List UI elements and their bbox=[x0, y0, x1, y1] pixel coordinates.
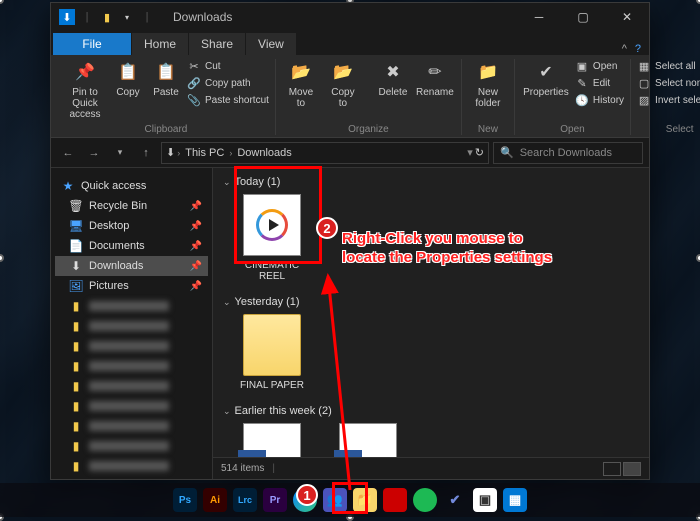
ribbon-collapse-icon[interactable]: ^ bbox=[622, 43, 627, 55]
taskbar-premiere[interactable]: Pr bbox=[263, 488, 287, 512]
copy-path-button[interactable]: 🔗Copy path bbox=[187, 76, 269, 90]
group-earlier-header[interactable]: ⌄Earlier this week (2) bbox=[223, 401, 639, 423]
cut-button[interactable]: ✂Cut bbox=[187, 59, 269, 73]
refresh-button[interactable]: ↻ bbox=[475, 146, 484, 159]
sidebar-quick-access[interactable]: ★Quick access bbox=[55, 176, 208, 196]
sidebar-item-blurred[interactable]: ▮x bbox=[55, 396, 208, 416]
sidebar-item-blurred[interactable]: ▮x bbox=[55, 316, 208, 336]
tab-home[interactable]: Home bbox=[132, 33, 188, 55]
taskbar-lightroom[interactable]: Lrc bbox=[233, 488, 257, 512]
qat-folder2-icon[interactable]: ▮ bbox=[99, 9, 115, 25]
taskbar-photoshop[interactable]: Ps bbox=[173, 488, 197, 512]
sidebar-item-downloads[interactable]: ⬇Downloads📌 bbox=[55, 256, 208, 276]
taskbar-illustrator[interactable]: Ai bbox=[203, 488, 227, 512]
qat-dropdown-icon[interactable]: ▾ bbox=[119, 9, 135, 25]
close-button[interactable]: ✕ bbox=[605, 3, 649, 31]
taskbar-app[interactable] bbox=[383, 488, 407, 512]
breadcrumb-dropdown-icon[interactable]: ▾ bbox=[467, 146, 473, 159]
group-yesterday-header[interactable]: ⌄Yesterday (1) bbox=[223, 292, 639, 314]
copy-button[interactable]: 📋Copy bbox=[111, 59, 145, 100]
sidebar-item-blurred[interactable]: ▮x bbox=[55, 356, 208, 376]
qat-divider: | bbox=[79, 9, 95, 25]
word-icon bbox=[339, 423, 397, 457]
explorer-window: ⬇ | ▮ ▾ | Downloads ─ ▢ ✕ File Home Shar… bbox=[50, 2, 650, 480]
group-new-label: New bbox=[468, 122, 508, 135]
sidebar-item-blurred[interactable]: ▮x bbox=[55, 376, 208, 396]
edit-button[interactable]: ✎Edit bbox=[575, 76, 624, 90]
move-to-button[interactable]: 📂Move to bbox=[282, 59, 320, 111]
sidebar-item-blurred[interactable]: ▮x bbox=[55, 296, 208, 316]
recent-dropdown[interactable]: ▾ bbox=[109, 142, 131, 164]
file-word-doc[interactable] bbox=[233, 423, 311, 457]
taskbar-explorer[interactable]: 📁 bbox=[353, 488, 377, 512]
sidebar-item-documents[interactable]: 📄Documents📌 bbox=[55, 236, 208, 256]
select-none-button[interactable]: ▢Select none bbox=[637, 76, 700, 90]
file-cinematic-reel[interactable]: CINEMATIC REEL bbox=[233, 194, 311, 282]
qat-folder-icon[interactable]: ⬇ bbox=[59, 9, 75, 25]
invert-selection-button[interactable]: ▨Invert selection bbox=[637, 93, 700, 107]
video-thumb-icon bbox=[243, 194, 301, 256]
taskbar[interactable]: Ps Ai Lrc Pr 👥 📁 ✔ ▣ ▦ bbox=[0, 483, 700, 517]
group-clipboard-label: Clipboard bbox=[63, 122, 269, 135]
tab-file[interactable]: File bbox=[53, 33, 131, 55]
sidebar-item-recycle[interactable]: 🗑Recycle Bin📌 bbox=[55, 196, 208, 216]
sidebar-item-pictures[interactable]: 🖼Pictures📌 bbox=[55, 276, 208, 296]
sidebar-item-blurred[interactable]: ▮x bbox=[55, 336, 208, 356]
status-bar: 514 items | bbox=[213, 457, 649, 479]
group-today-header[interactable]: ⌄Today (1) bbox=[223, 172, 639, 194]
search-icon: 🔍 bbox=[500, 146, 514, 159]
word-icon bbox=[243, 423, 301, 457]
taskbar-app2[interactable]: ▣ bbox=[473, 488, 497, 512]
titlebar[interactable]: ⬇ | ▮ ▾ | Downloads ─ ▢ ✕ bbox=[51, 3, 649, 31]
file-word-doc[interactable] bbox=[329, 423, 407, 457]
group-open-label: Open bbox=[521, 122, 624, 135]
back-button[interactable]: ← bbox=[57, 142, 79, 164]
forward-button[interactable]: → bbox=[83, 142, 105, 164]
up-button[interactable]: ↑ bbox=[135, 142, 157, 164]
tab-share[interactable]: Share bbox=[189, 33, 245, 55]
delete-button[interactable]: ✖Delete bbox=[375, 59, 411, 100]
breadcrumb[interactable]: ⬇ › This PC › Downloads ▾ ↻ bbox=[161, 142, 489, 164]
sidebar-item-blurred[interactable]: ▮x bbox=[55, 456, 208, 476]
select-all-button[interactable]: ▦Select all bbox=[637, 59, 700, 73]
ribbon: 📌Pin to Quick access 📋Copy 📋Paste ✂Cut 🔗… bbox=[51, 55, 649, 138]
minimize-button[interactable]: ─ bbox=[517, 3, 561, 31]
search-input[interactable]: 🔍 Search Downloads bbox=[493, 142, 643, 164]
sidebar-item-blurred[interactable]: ▮x bbox=[55, 436, 208, 456]
taskbar-edge[interactable] bbox=[293, 488, 317, 512]
view-details-button[interactable] bbox=[603, 462, 621, 476]
window-title: Downloads bbox=[163, 10, 517, 24]
rename-button[interactable]: ✏Rename bbox=[415, 59, 455, 100]
group-select-label: Select bbox=[637, 122, 700, 135]
taskbar-app3[interactable]: ▦ bbox=[503, 488, 527, 512]
folder-icon: ⬇ bbox=[166, 146, 175, 159]
qat-sep: | bbox=[139, 9, 155, 25]
maximize-button[interactable]: ▢ bbox=[561, 3, 605, 31]
ribbon-help-icon[interactable]: ? bbox=[635, 43, 641, 55]
taskbar-spotify[interactable] bbox=[413, 488, 437, 512]
file-pane[interactable]: ⌄Today (1) CINEMATIC REEL ⌄Yesterday (1)… bbox=[213, 168, 649, 479]
view-icons-button[interactable] bbox=[623, 462, 641, 476]
history-button[interactable]: 🕓History bbox=[575, 93, 624, 107]
tab-view[interactable]: View bbox=[246, 33, 296, 55]
file-final-paper[interactable]: FINAL PAPER bbox=[233, 314, 311, 391]
paste-shortcut-button[interactable]: 📎Paste shortcut bbox=[187, 93, 269, 107]
pin-quick-access-button[interactable]: 📌Pin to Quick access bbox=[63, 59, 107, 122]
taskbar-discord[interactable]: ✔ bbox=[443, 488, 467, 512]
sidebar: ★Quick access 🗑Recycle Bin📌 🖥Desktop📌 📄D… bbox=[51, 168, 213, 479]
item-count: 514 items bbox=[221, 463, 264, 474]
properties-button[interactable]: ✔Properties bbox=[521, 59, 571, 100]
folder-icon bbox=[243, 314, 301, 376]
new-folder-button[interactable]: 📁New folder bbox=[468, 59, 508, 111]
paste-button[interactable]: 📋Paste bbox=[149, 59, 183, 100]
copy-to-button[interactable]: 📂Copy to bbox=[324, 59, 362, 111]
address-bar: ← → ▾ ↑ ⬇ › This PC › Downloads ▾ ↻ 🔍 Se… bbox=[51, 138, 649, 168]
taskbar-teams[interactable]: 👥 bbox=[323, 488, 347, 512]
open-button[interactable]: ▣Open bbox=[575, 59, 624, 73]
sidebar-item-blurred[interactable]: ▮x bbox=[55, 416, 208, 436]
sidebar-item-desktop[interactable]: 🖥Desktop📌 bbox=[55, 216, 208, 236]
ribbon-tabs: File Home Share View ^ ? bbox=[51, 31, 649, 55]
group-organize-label: Organize bbox=[282, 122, 455, 135]
